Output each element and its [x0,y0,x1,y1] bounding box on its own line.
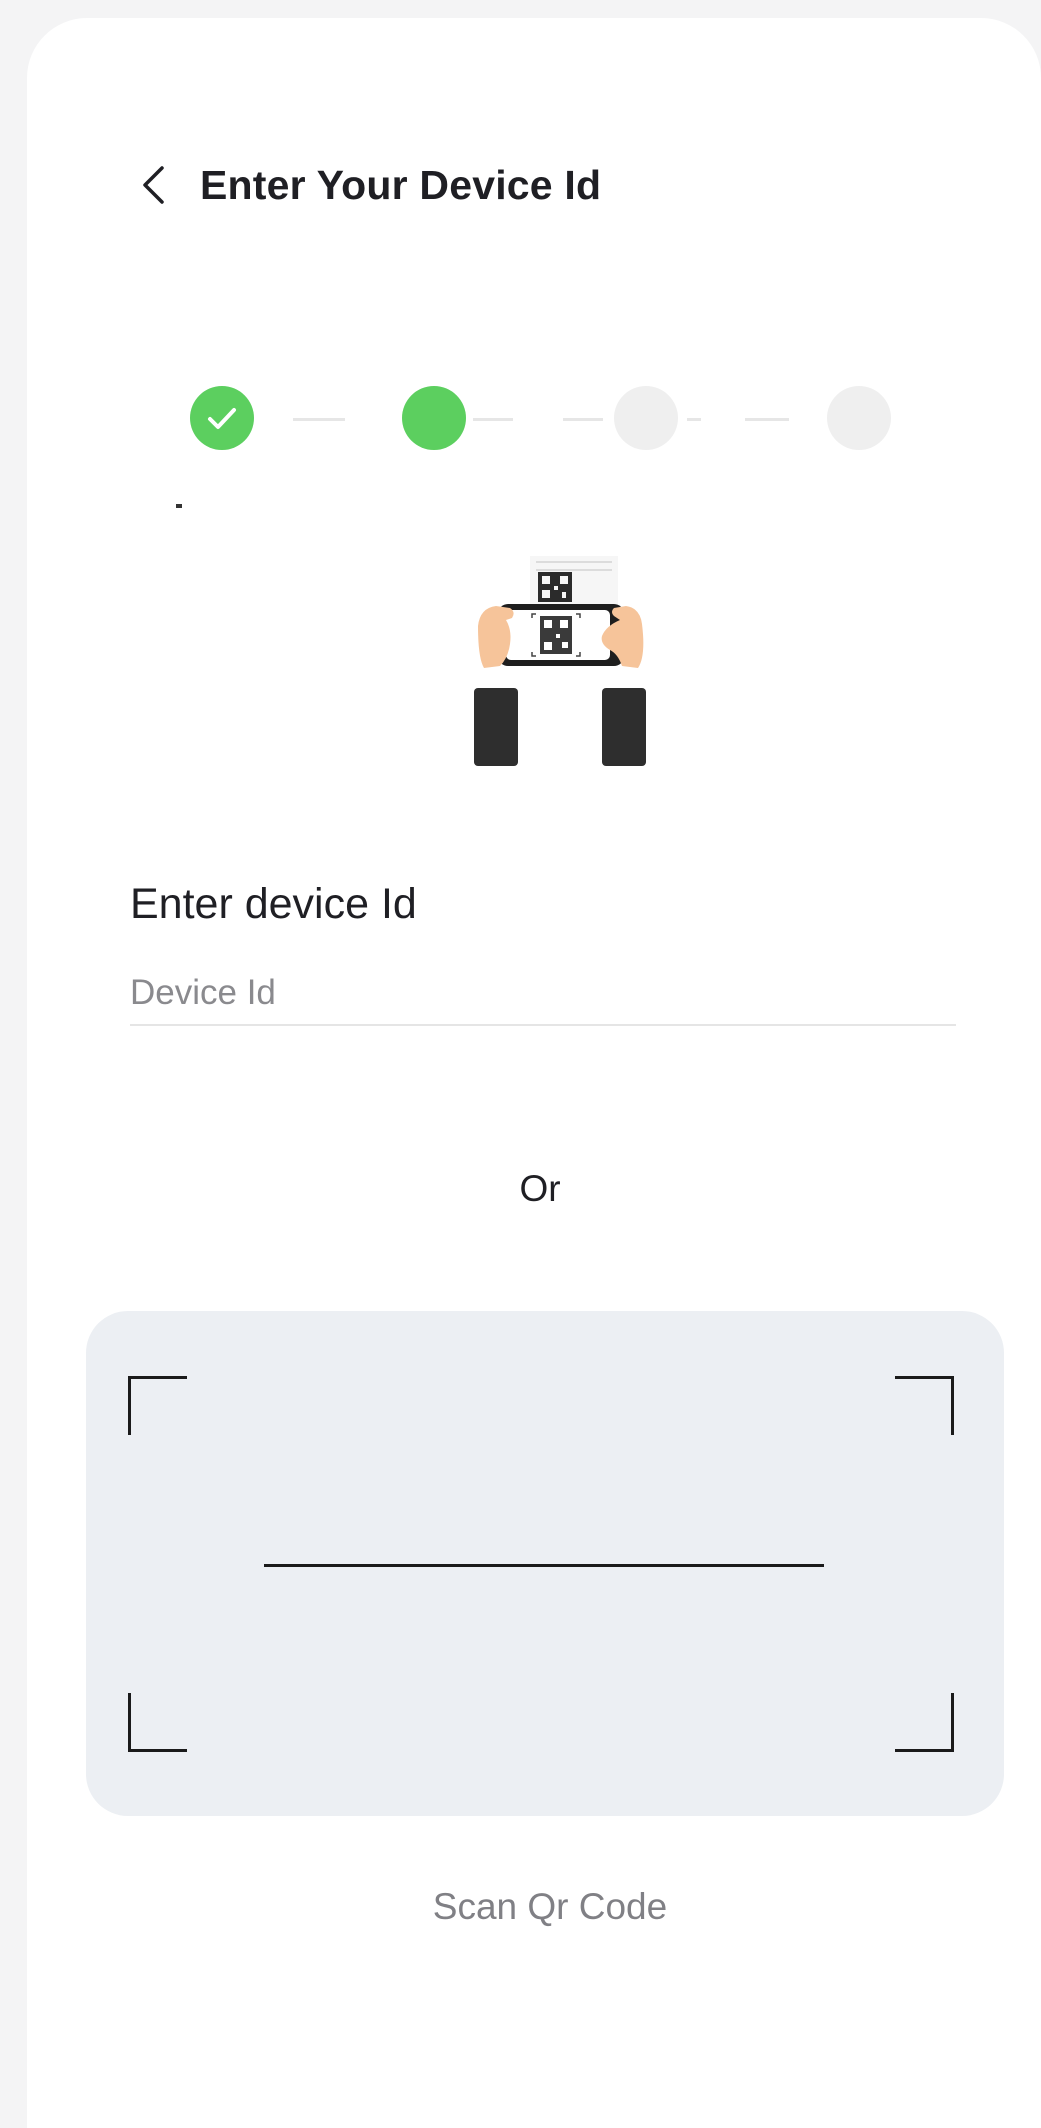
step-connector [687,418,701,421]
device-id-label: Enter device Id [130,880,417,928]
or-separator: Or [519,1168,561,1209]
step-1-completed [190,386,254,450]
progress-stepper [190,386,891,452]
step-4-pending [827,386,891,450]
scan-qr-code-button[interactable]: Scan Qr Code [0,1886,1041,1928]
step-2-active [402,386,466,450]
qr-scan-hands-illustration [474,556,646,766]
viewfinder-corner-bottom-left [128,1693,187,1752]
back-button[interactable] [140,150,180,220]
header: Enter Your Device Id [140,150,601,220]
step-connector [745,418,789,421]
viewfinder-corner-top-right [895,1376,954,1435]
divider-dot [176,504,182,508]
qr-scanner-area[interactable] [86,1311,1004,1816]
step-3-pending [614,386,678,450]
viewfinder-corner-bottom-right [895,1693,954,1752]
page-title: Enter Your Device Id [200,161,602,208]
viewfinder-corner-top-left [128,1376,187,1435]
device-id-input[interactable] [130,962,956,1026]
step-connector [473,418,513,421]
step-connector [293,418,345,421]
check-icon [208,408,236,429]
scan-line [264,1564,824,1567]
step-connector [563,418,603,421]
chevron-left-icon [143,166,164,204]
